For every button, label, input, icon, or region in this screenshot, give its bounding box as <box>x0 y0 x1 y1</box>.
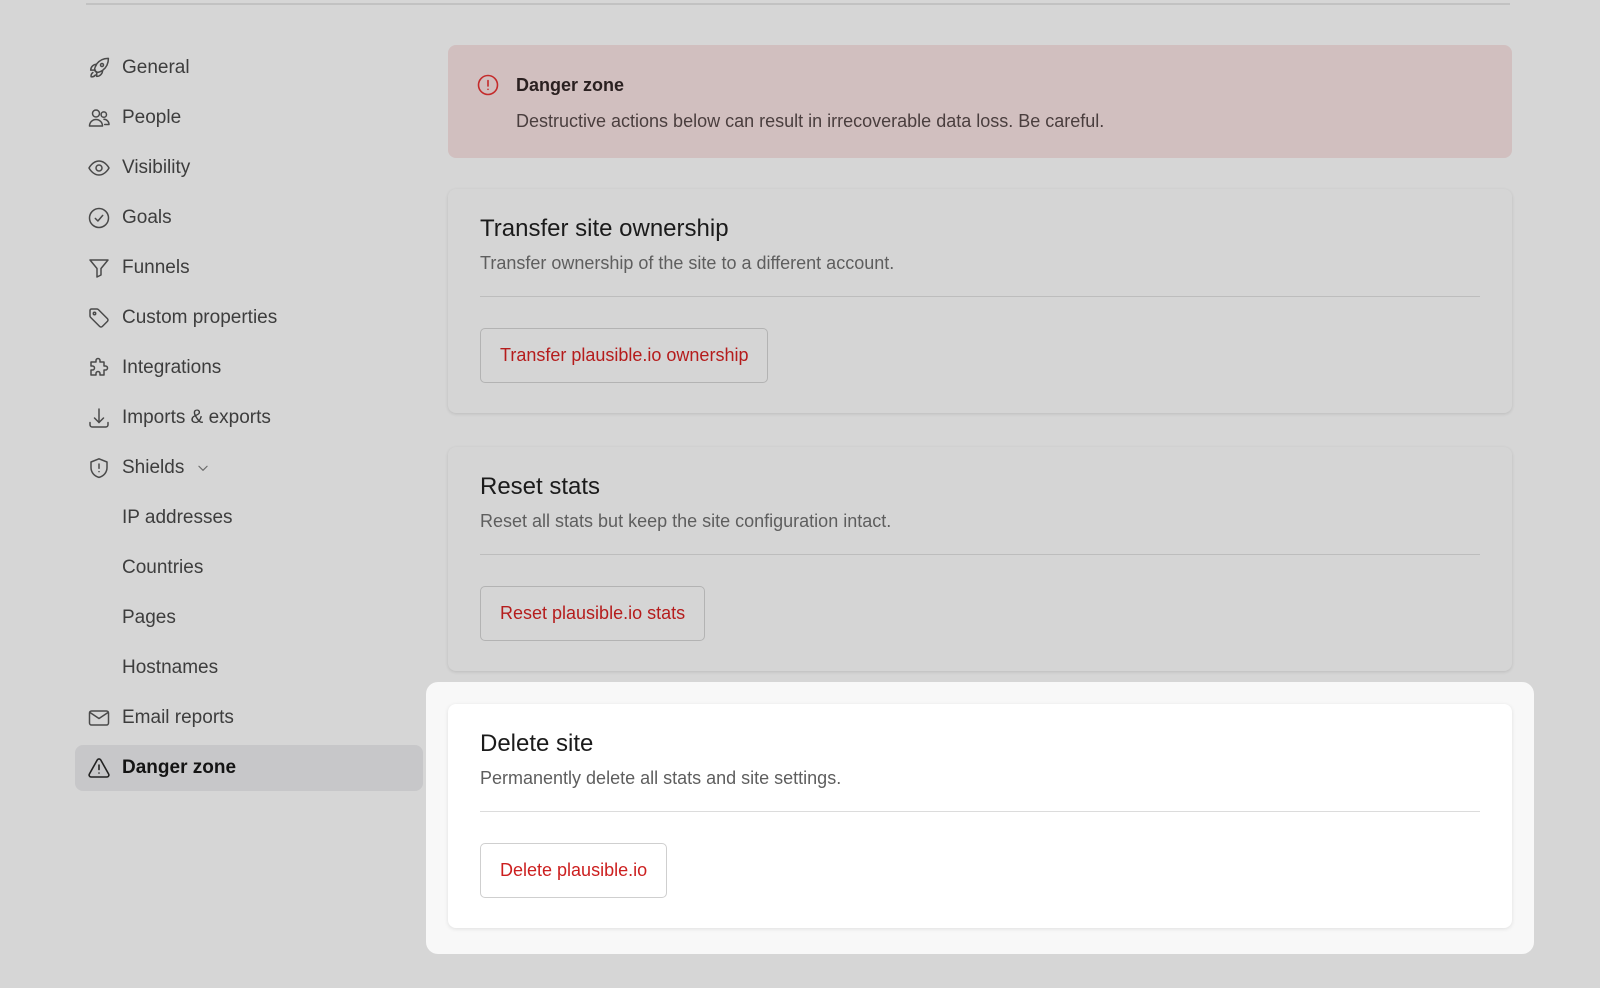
chevron-down-icon[interactable] <box>196 461 210 475</box>
shield-icon <box>86 455 112 481</box>
sidebar-item-pages[interactable]: Pages <box>75 595 423 641</box>
top-divider <box>86 3 1510 5</box>
sidebar-item-email-reports[interactable]: Email reports <box>75 695 423 741</box>
exclamation-circle-icon <box>476 73 500 97</box>
sidebar-item-label: Pages <box>122 607 176 628</box>
sidebar-item-imports-exports[interactable]: Imports & exports <box>75 395 423 441</box>
sidebar-item-goals[interactable]: Goals <box>75 195 423 241</box>
alert-title: Danger zone <box>516 74 625 95</box>
card-divider <box>480 296 1480 297</box>
sidebar-item-label: Countries <box>122 557 204 578</box>
sidebar-item-label: People <box>122 107 182 128</box>
reset-stats-card: Reset stats Reset all stats but keep the… <box>448 447 1512 671</box>
tag-icon <box>86 305 112 331</box>
sidebar-item-funnels[interactable]: Funnels <box>75 245 423 291</box>
transfer-ownership-card: Transfer site ownership Transfer ownersh… <box>448 189 1512 413</box>
reset-stats-button[interactable]: Reset plausible.io stats <box>480 586 706 641</box>
card-title: Transfer site ownership <box>480 215 729 242</box>
sidebar-item-label: Integrations <box>122 357 222 378</box>
card-description: Permanently delete all stats and site se… <box>480 768 842 788</box>
sidebar-item-danger-zone[interactable]: Danger zone <box>75 745 423 791</box>
sidebar-item-ip-addresses[interactable]: IP addresses <box>75 495 423 541</box>
sidebar-item-label: Imports & exports <box>122 407 271 428</box>
sidebar-item-label: Visibility <box>122 157 191 178</box>
funnel-icon <box>86 255 112 281</box>
sidebar-item-label: Goals <box>122 207 172 228</box>
card-divider <box>480 811 1480 812</box>
card-title: Reset stats <box>480 473 601 500</box>
card-title: Delete site <box>480 730 594 757</box>
card-description: Transfer ownership of the site to a diff… <box>480 253 895 273</box>
eye-icon <box>86 155 112 181</box>
transfer-ownership-button[interactable]: Transfer plausible.io ownership <box>480 328 769 383</box>
sidebar-item-shields[interactable]: Shields <box>75 445 423 491</box>
sidebar-item-label: Shields <box>122 457 185 478</box>
sidebar-item-label: Funnels <box>122 257 190 278</box>
sidebar-item-label: Hostnames <box>122 657 219 678</box>
danger-zone-alert: Danger zone Destructive actions below ca… <box>448 45 1512 158</box>
rocket-icon <box>86 55 112 81</box>
sidebar-item-label: Danger zone <box>122 757 237 778</box>
warning-icon <box>86 755 112 781</box>
envelope-icon <box>86 705 112 731</box>
sidebar-item-integrations[interactable]: Integrations <box>75 345 423 391</box>
sidebar-item-label: IP addresses <box>122 507 233 528</box>
sidebar-item-label: Email reports <box>122 707 234 728</box>
alert-message: Destructive actions below can result in … <box>516 111 1105 131</box>
download-icon <box>86 405 112 431</box>
sidebar-item-visibility[interactable]: Visibility <box>75 145 423 191</box>
settings-page: General People Visibility Goals Funnels <box>0 0 1600 988</box>
settings-sidebar: General People Visibility Goals Funnels <box>75 45 423 795</box>
check-circle-icon <box>86 205 112 231</box>
card-divider <box>480 554 1480 555</box>
sidebar-item-label: Custom properties <box>122 307 278 328</box>
sidebar-item-custom-properties[interactable]: Custom properties <box>75 295 423 341</box>
sidebar-item-hostnames[interactable]: Hostnames <box>75 645 423 691</box>
puzzle-icon <box>86 355 112 381</box>
people-icon <box>86 105 112 131</box>
delete-site-card: Delete site Permanently delete all stats… <box>448 704 1512 928</box>
sidebar-item-people[interactable]: People <box>75 95 423 141</box>
delete-site-button[interactable]: Delete plausible.io <box>480 843 668 898</box>
card-description: Reset all stats but keep the site config… <box>480 511 892 531</box>
sidebar-item-countries[interactable]: Countries <box>75 545 423 591</box>
sidebar-item-label: General <box>122 57 190 78</box>
sidebar-item-general[interactable]: General <box>75 45 423 91</box>
